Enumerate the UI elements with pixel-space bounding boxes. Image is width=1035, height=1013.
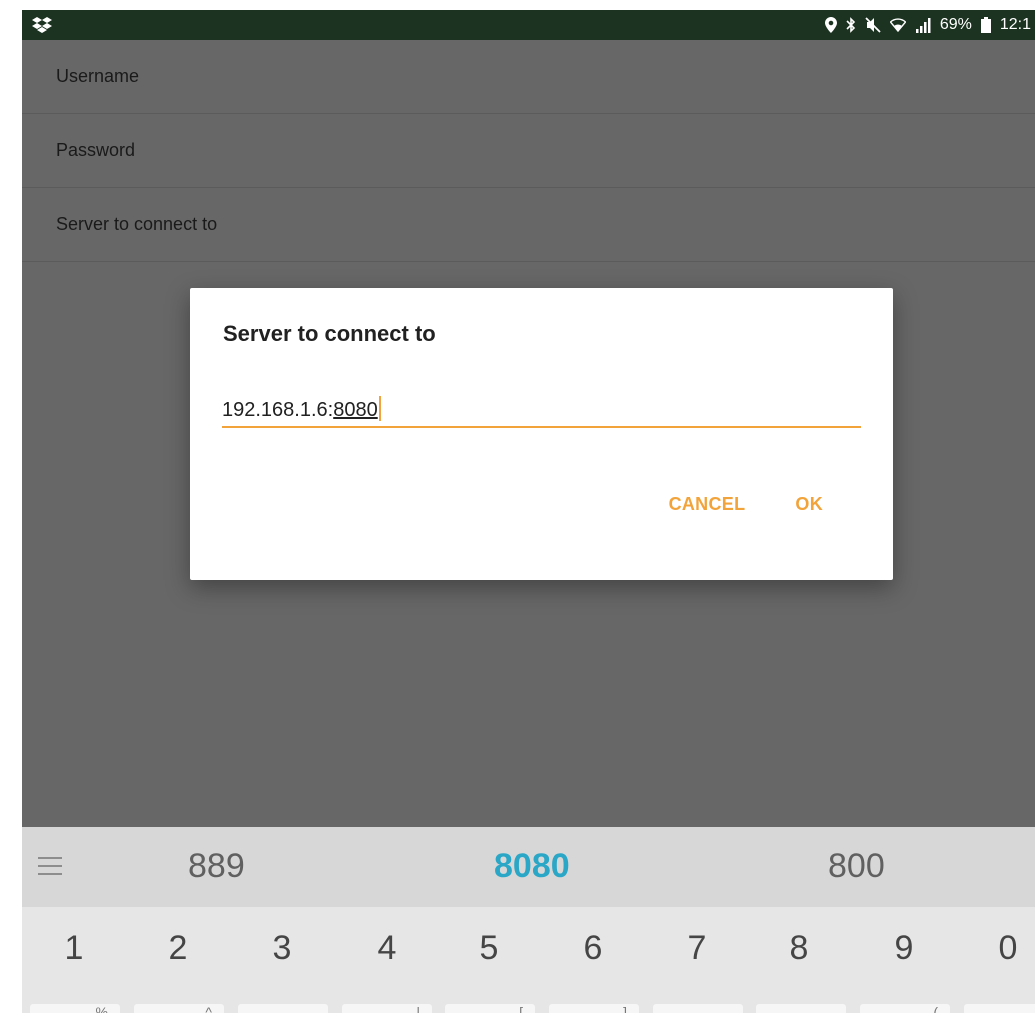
- key-6[interactable]: 6: [553, 929, 633, 968]
- sym-key-9-hint: (: [933, 1004, 938, 1013]
- key-0[interactable]: 0: [968, 929, 1035, 968]
- sym-key-7[interactable]: [653, 1004, 743, 1013]
- key-7[interactable]: 7: [657, 929, 737, 968]
- number-row: 1 2 3 4 5 6 7 8 9 0: [22, 907, 1035, 997]
- sym-key-8[interactable]: [756, 1004, 846, 1013]
- bluetooth-icon: [846, 17, 855, 33]
- pref-password-label: Password: [56, 140, 136, 160]
- keyboard: 1 2 3 4 5 6 7 8 9 0 % ^ | [ ] (: [22, 907, 1035, 1013]
- sym-key-6[interactable]: ]: [549, 1004, 639, 1013]
- status-icons: 69% 12:1: [824, 10, 1031, 40]
- keyboard-suggestion-strip: 889 8080 800: [22, 827, 1035, 907]
- location-icon: [824, 17, 837, 33]
- dropbox-icon: [32, 17, 52, 33]
- wifi-icon: [889, 18, 906, 33]
- suggestion-1[interactable]: 889: [188, 847, 245, 886]
- key-1[interactable]: 1: [34, 929, 114, 968]
- menu-icon[interactable]: [38, 857, 62, 877]
- key-2[interactable]: 2: [138, 929, 218, 968]
- dialog-title: Server to connect to: [223, 321, 436, 346]
- suggestion-3[interactable]: 800: [828, 847, 885, 886]
- text-caret: [378, 396, 381, 421]
- pref-server-label: Server to connect to: [56, 214, 218, 234]
- ok-button[interactable]: OK: [795, 494, 823, 515]
- key-5[interactable]: 5: [449, 929, 529, 968]
- key-8[interactable]: 8: [759, 929, 839, 968]
- key-3[interactable]: 3: [242, 929, 322, 968]
- server-input-text[interactable]: 192.168.1.6:8080: [222, 396, 381, 422]
- sym-key-10[interactable]: [964, 1004, 1035, 1013]
- server-input[interactable]: 192.168.1.6:8080: [222, 388, 861, 428]
- signal-icon: [915, 18, 931, 33]
- sym-key-2[interactable]: ^: [134, 1004, 224, 1013]
- mute-icon: [865, 17, 881, 33]
- clock: 12:1: [999, 16, 1031, 33]
- pref-username-label: Username: [56, 66, 140, 86]
- server-input-prefix: 192.168.1.6:: [222, 399, 334, 421]
- server-dialog: Server to connect to 192.168.1.6:8080 CA…: [190, 288, 893, 580]
- sym-key-3[interactable]: [238, 1004, 328, 1013]
- suggestion-2[interactable]: 8080: [494, 847, 570, 886]
- sym-key-4-hint: |: [416, 1004, 420, 1013]
- status-bar: 69% 12:1: [22, 10, 1035, 40]
- pref-username[interactable]: Username: [22, 40, 1035, 114]
- cancel-button[interactable]: CANCEL: [669, 494, 746, 515]
- pref-password[interactable]: Password: [22, 114, 1035, 188]
- sym-key-5[interactable]: [: [445, 1004, 535, 1013]
- battery-icon: [980, 17, 991, 33]
- sym-key-1[interactable]: %: [30, 1004, 120, 1013]
- sym-key-2-hint: ^: [205, 1004, 212, 1013]
- key-4[interactable]: 4: [347, 929, 427, 968]
- pref-server[interactable]: Server to connect to: [22, 188, 1035, 262]
- battery-percent: 69%: [939, 16, 972, 33]
- symbol-row: % ^ | [ ] (: [22, 997, 1035, 1013]
- screen: 69% 12:1 Username Password Server to con…: [0, 0, 1035, 1013]
- sym-key-9[interactable]: (: [860, 1004, 950, 1013]
- dialog-actions: CANCEL OK: [669, 494, 823, 515]
- sym-key-6-hint: ]: [623, 1004, 627, 1013]
- sym-key-5-hint: [: [519, 1004, 523, 1013]
- server-input-composing: 8080: [333, 399, 378, 421]
- sym-key-1-hint: %: [95, 1004, 108, 1013]
- key-9[interactable]: 9: [864, 929, 944, 968]
- sym-key-4[interactable]: |: [342, 1004, 432, 1013]
